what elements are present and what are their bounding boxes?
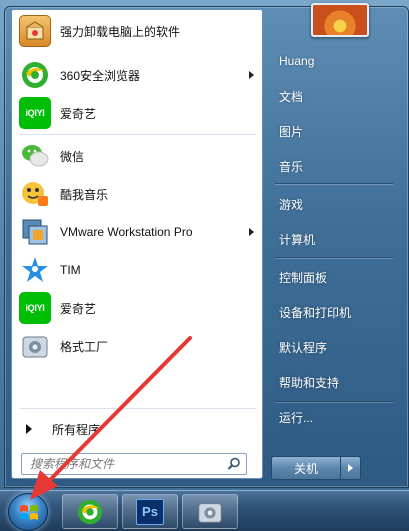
iqiyi-icon-text: iQIYI: [25, 108, 45, 118]
all-programs-divider: [20, 408, 256, 409]
shutdown-button[interactable]: 关机: [271, 456, 341, 480]
right-pane-divider: [275, 183, 393, 184]
program-item-uninstaller[interactable]: 强力卸载电脑上的软件: [15, 13, 259, 49]
right-item-documents[interactable]: 文档: [271, 84, 399, 108]
program-label: 爱奇艺: [60, 106, 97, 121]
search-input[interactable]: [30, 457, 226, 471]
program-item-kuwo-music[interactable]: 酷我音乐: [15, 176, 259, 212]
program-item-iqiyi[interactable]: iQIYI 爱奇艺: [15, 95, 259, 131]
right-pane-divider: [275, 401, 393, 402]
360-browser-icon: [19, 59, 51, 91]
program-label: 爱奇艺: [60, 301, 97, 316]
all-programs-button[interactable]: 所有程序: [18, 418, 258, 440]
user-avatar[interactable]: [311, 3, 369, 37]
iqiyi-icon-text: iQIYI: [25, 303, 45, 313]
program-label: 酷我音乐: [60, 187, 109, 202]
shutdown-options-button[interactable]: [341, 456, 361, 480]
right-item-pictures[interactable]: 图片: [271, 119, 399, 143]
right-item-run[interactable]: 运行...: [271, 405, 399, 429]
photoshop-icon-text: Ps: [142, 504, 158, 519]
kuwo-music-icon: [19, 178, 51, 210]
program-label: 360安全浏览器: [60, 68, 141, 83]
program-item-iqiyi-2[interactable]: iQIYI 爱奇艺: [15, 290, 259, 326]
start-button[interactable]: [8, 493, 48, 531]
right-item-user-folder[interactable]: Huang: [271, 49, 399, 73]
taskbar-360-browser[interactable]: [62, 494, 118, 529]
format-factory-icon: [19, 330, 51, 362]
all-programs-label: 所有程序: [52, 422, 101, 437]
program-item-format-factory[interactable]: 格式工厂: [15, 328, 259, 364]
program-label: 微信: [60, 149, 85, 164]
vmware-icon: [19, 216, 51, 248]
right-item-default-programs[interactable]: 默认程序: [271, 335, 399, 359]
submenu-arrow-icon[interactable]: [249, 71, 254, 79]
uninstall-box-icon: [19, 15, 51, 47]
program-label: TIM: [60, 263, 81, 277]
taskbar-photoshop[interactable]: Ps: [122, 494, 178, 529]
tim-icon: [19, 254, 51, 286]
photoshop-icon: Ps: [136, 498, 164, 525]
search-icon[interactable]: [227, 457, 241, 471]
arrow-right-icon: [26, 424, 32, 434]
360-browser-icon: [77, 499, 103, 524]
program-item-vmware[interactable]: VMware Workstation Pro: [15, 214, 259, 250]
right-item-control-panel[interactable]: 控制面板: [271, 265, 399, 289]
taskbar-format-factory[interactable]: [182, 494, 238, 529]
windows-logo-icon: [20, 505, 38, 520]
right-item-games[interactable]: 游戏: [271, 192, 399, 216]
iqiyi-icon: iQIYI: [19, 97, 51, 129]
format-factory-icon: [198, 502, 222, 523]
right-item-computer[interactable]: 计算机: [271, 227, 399, 251]
program-item-tim[interactable]: TIM: [15, 252, 259, 288]
program-item-360-browser[interactable]: 360安全浏览器: [15, 57, 259, 93]
right-pane-divider: [275, 257, 393, 258]
right-item-music[interactable]: 音乐: [271, 154, 399, 178]
program-label: 格式工厂: [60, 339, 109, 354]
wechat-icon: [19, 140, 51, 172]
program-item-wechat[interactable]: 微信: [15, 138, 259, 174]
taskbar: Ps: [0, 490, 409, 531]
iqiyi-icon: iQIYI: [19, 292, 51, 324]
right-item-help-support[interactable]: 帮助和支持: [271, 370, 399, 394]
programs-pane: 强力卸载电脑上的软件 360安全浏览器 iQIYI 爱奇艺 微信 酷我音乐 VM…: [11, 9, 263, 479]
program-label: VMware Workstation Pro: [60, 225, 193, 239]
program-label: 强力卸载电脑上的软件: [60, 24, 181, 39]
program-list-divider: [20, 134, 256, 135]
submenu-arrow-icon[interactable]: [249, 228, 254, 236]
search-box: [21, 453, 247, 475]
start-menu: 强力卸载电脑上的软件 360安全浏览器 iQIYI 爱奇艺 微信 酷我音乐 VM…: [4, 3, 409, 488]
right-item-devices-printers[interactable]: 设备和打印机: [271, 300, 399, 324]
